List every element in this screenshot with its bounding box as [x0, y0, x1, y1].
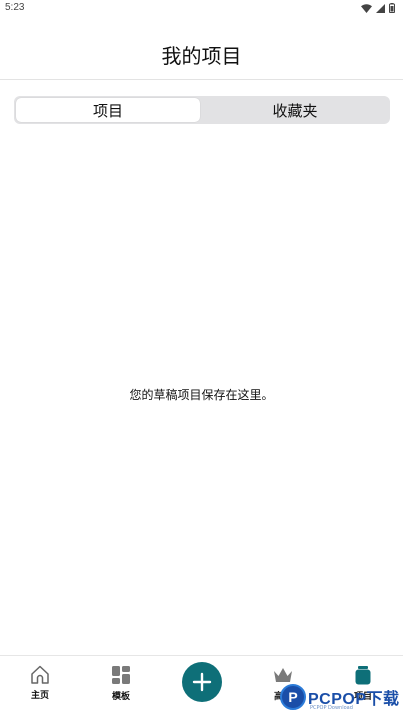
add-project-button[interactable]	[182, 662, 222, 702]
home-icon	[31, 665, 49, 684]
signal-icon	[376, 3, 385, 13]
status-icons	[361, 3, 395, 13]
status-time: 5:23	[5, 2, 25, 13]
project-tabs: 项目 收藏夹	[14, 96, 390, 124]
nav-home[interactable]: 主页	[10, 664, 70, 701]
battery-icon	[389, 3, 395, 13]
watermark-subtext: PCPOP Download	[310, 705, 353, 711]
tab-favorites[interactable]: 收藏夹	[202, 98, 388, 122]
page-title: 我的项目	[161, 44, 242, 68]
watermark-logo: P	[280, 684, 306, 710]
plus-icon	[192, 672, 212, 692]
projects-icon	[355, 666, 371, 685]
tab-projects[interactable]: 项目	[16, 98, 200, 122]
crown-icon	[274, 668, 292, 682]
status-bar: 5:23	[0, 0, 403, 18]
watermark: P PCPOP下载 PCPOP Download	[280, 684, 400, 711]
nav-home-label: 主页	[30, 691, 49, 701]
header: 我的项目	[0, 18, 403, 80]
templates-icon	[112, 666, 130, 684]
wifi-icon	[361, 3, 372, 13]
nav-templates-label: 模板	[111, 692, 130, 702]
empty-state-message: 您的草稿项目保存在这里。	[129, 388, 274, 402]
nav-templates[interactable]: 模板	[91, 664, 151, 702]
